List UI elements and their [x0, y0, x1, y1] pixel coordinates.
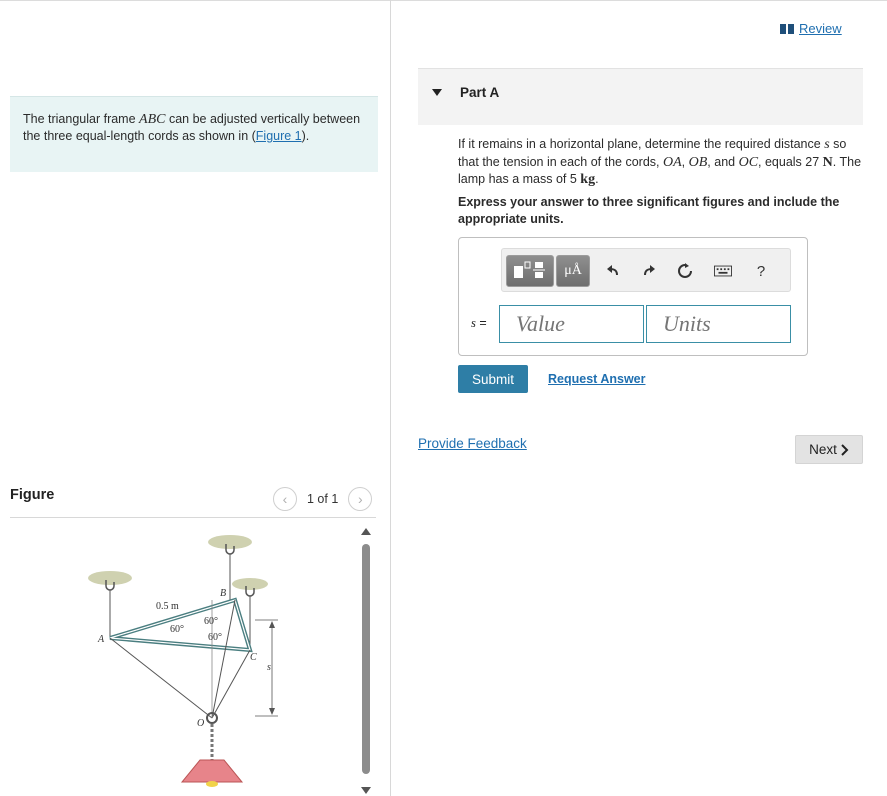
length-label: 0.5 m [156, 601, 179, 612]
scroll-up-arrow-icon[interactable] [361, 528, 371, 535]
ceiling-mount-c [232, 578, 268, 590]
reset-icon[interactable] [676, 262, 694, 280]
lamp-shade [180, 759, 244, 783]
scroll-thumb[interactable] [362, 544, 370, 774]
lamp-bulb [206, 781, 218, 787]
help-icon[interactable]: ? [752, 262, 770, 280]
figure-scrollbar[interactable] [359, 526, 373, 796]
problem-statement: The triangular frame ABC can be adjusted… [10, 96, 378, 172]
figure-heading: Figure [10, 487, 55, 503]
next-figure-button[interactable]: › [348, 487, 373, 511]
figure-divider [10, 517, 376, 518]
request-answer-link[interactable]: Request Answer [548, 372, 645, 386]
book-icon [780, 23, 794, 34]
top-border [0, 0, 887, 1]
point-c-label: C [250, 652, 257, 663]
ceiling-mount-a [88, 571, 132, 585]
collapse-caret-icon[interactable] [432, 89, 442, 96]
chevron-left-icon: ‹ [282, 491, 288, 507]
point-o-label: O [197, 718, 204, 729]
angle-b1-label: 60° [204, 616, 218, 627]
templates-button[interactable] [506, 255, 554, 287]
ceiling-mount-b [208, 535, 252, 549]
review-label: Review [799, 21, 842, 36]
next-button[interactable]: Next [795, 435, 863, 464]
units-input[interactable] [646, 305, 791, 343]
provide-feedback-link[interactable]: Provide Feedback [418, 436, 527, 451]
figure-pager: ‹ 1 of 1 › [273, 487, 373, 511]
scroll-down-arrow-icon[interactable] [361, 787, 371, 794]
problem-text-end: ). [301, 129, 310, 143]
submit-button[interactable]: Submit [458, 365, 528, 393]
units-symbol: μÅ [564, 263, 582, 278]
problem-text: The triangular frame [23, 112, 140, 126]
redo-icon[interactable] [640, 262, 658, 280]
column-divider [390, 0, 391, 796]
next-label: Next [809, 442, 837, 457]
keyboard-icon[interactable] [714, 262, 732, 280]
angle-b2-label: 60° [208, 632, 222, 643]
figure-link[interactable]: Figure 1 [256, 129, 302, 143]
point-b-label: B [220, 588, 226, 599]
frame-name: ABC [139, 112, 166, 127]
angle-a-label: 60° [170, 624, 184, 635]
math-toolbar: μÅ ? [501, 248, 791, 292]
chevron-right-icon [841, 443, 849, 456]
point-a-label: A [97, 634, 105, 645]
part-title: Part A [460, 85, 500, 100]
dim-s-label: s [267, 662, 271, 673]
value-input[interactable] [499, 305, 644, 343]
answer-box: μÅ ? s = [458, 237, 808, 356]
answer-instruction: Express your answer to three significant… [458, 195, 840, 226]
units-button[interactable]: μÅ [556, 255, 590, 287]
undo-icon[interactable] [604, 262, 622, 280]
answer-label: s = [471, 316, 487, 330]
templates-icon [514, 261, 545, 278]
question-text: If it remains in a horizontal plane, det… [458, 137, 862, 187]
pager-count: 1 of 1 [307, 492, 339, 506]
prev-figure-button[interactable]: ‹ [273, 487, 297, 511]
part-a-header[interactable]: Part A [418, 68, 863, 125]
review-link[interactable]: Review [780, 21, 842, 36]
chevron-right-icon: › [357, 491, 363, 507]
figure-image: 0.5 m 60° 60° 60° A B C O s [88, 535, 278, 787]
